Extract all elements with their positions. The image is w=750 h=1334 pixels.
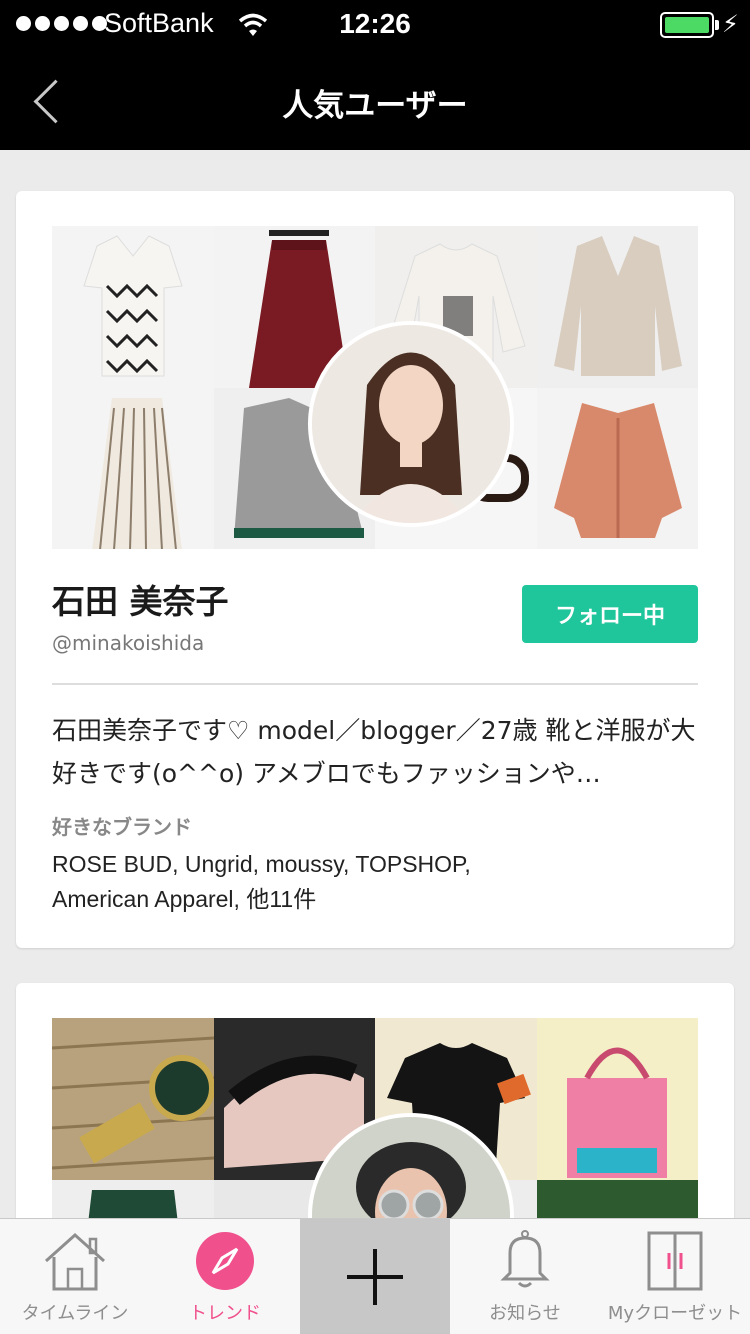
bell-icon: [500, 1230, 550, 1288]
user-handle: @minakoishida: [52, 631, 205, 655]
closet-icon: [647, 1231, 703, 1291]
user-name[interactable]: 石田 美奈子: [52, 575, 229, 623]
user-avatar[interactable]: [308, 321, 514, 527]
compass-icon: [196, 1232, 254, 1290]
user-card[interactable]: 石田 美奈子 @minakoishida フォロー中 石田美奈子です♡ mode…: [16, 191, 734, 948]
favorite-brands: ROSE BUD, Ungrid, moussy, TOPSHOP, Ameri…: [52, 851, 471, 912]
favorite-brands-label: 好きなブランド: [52, 815, 192, 839]
navigation-bar: 人気ユーザー: [0, 52, 750, 150]
closet-item-image[interactable]: [536, 387, 698, 549]
plus-icon: [347, 1249, 403, 1305]
tab-label: お知らせ: [489, 1303, 561, 1324]
charging-icon: ⚡: [722, 10, 739, 38]
divider: [52, 683, 698, 685]
tab-notifications[interactable]: お知らせ: [450, 1219, 600, 1334]
closet-item-image[interactable]: [52, 226, 214, 388]
clock: 12:26: [339, 8, 411, 39]
follow-button[interactable]: フォロー中: [522, 585, 698, 643]
closet-collage[interactable]: [52, 226, 698, 549]
home-icon: [44, 1232, 106, 1291]
status-bar: SoftBank 12:26 ⚡: [0, 0, 750, 52]
tab-bar: タイムライン トレンド お知らせ Myクローゼット: [0, 1218, 750, 1334]
closet-item-image[interactable]: [52, 1018, 214, 1180]
tab-trend[interactable]: トレンド: [150, 1219, 300, 1334]
tab-add-button[interactable]: [300, 1219, 450, 1334]
user-bio: 石田美奈子です♡ model／blogger／27歳 靴と洋服が大好きです(o^…: [52, 716, 696, 788]
page-title: 人気ユーザー: [282, 88, 468, 124]
tab-label: タイムライン: [21, 1303, 129, 1324]
closet-item-image[interactable]: [52, 387, 214, 549]
tab-my-closet[interactable]: Myクローゼット: [600, 1219, 750, 1334]
closet-item-image[interactable]: [536, 1018, 698, 1180]
tab-label: Myクローゼット: [607, 1303, 743, 1324]
tab-label: トレンド: [189, 1303, 261, 1324]
battery-icon: [660, 12, 714, 38]
closet-item-image[interactable]: [536, 226, 698, 388]
tab-timeline[interactable]: タイムライン: [0, 1219, 150, 1334]
